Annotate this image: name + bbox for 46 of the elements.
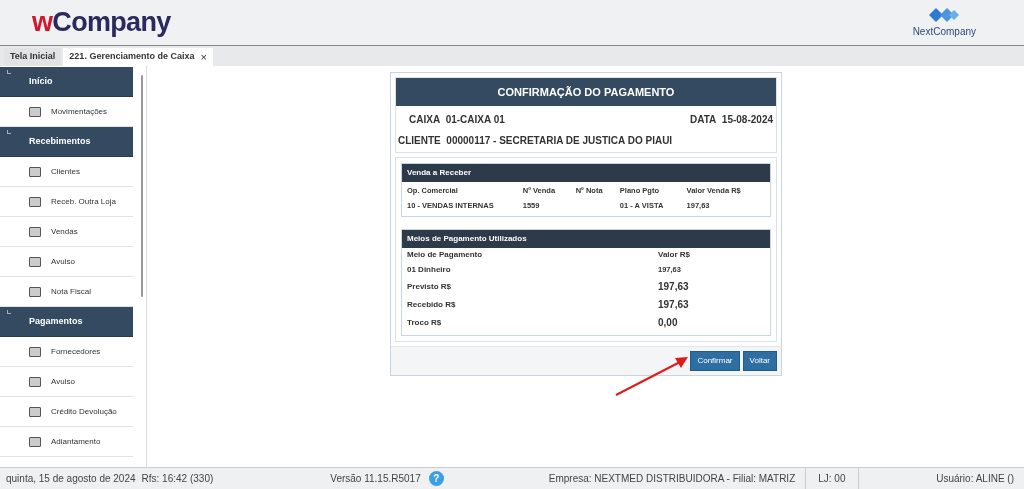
document-icon [29, 406, 41, 417]
dialog-title: CONFIRMAÇÃO DO PAGAMENTO [396, 78, 776, 106]
row-label: Recebido R$ [407, 298, 457, 311]
tab[interactable]: Tela Inicial [4, 48, 62, 66]
document-icon [29, 436, 41, 447]
caixa-field: CAIXA 01-CAIXA 01 [409, 112, 505, 127]
company-text: Empresa: NEXTMED DISTRIBUIDORA - Filial: MATRIZ [548, 468, 807, 489]
row-value: 0,00 [658, 316, 678, 330]
store-text: LJ: 00 [806, 468, 859, 489]
row-value: 197,63 [658, 280, 689, 294]
tab[interactable]: 221. Gerenciamento de Caixa × [63, 48, 213, 66]
document-icon [29, 226, 41, 237]
document-icon [29, 286, 41, 297]
document-icon [29, 106, 41, 117]
date-text: quinta, 15 de agosto de 2024 [6, 472, 136, 486]
section-header[interactable]: Início [0, 67, 133, 97]
column-header: Valor R$ [658, 249, 690, 261]
collapse-icon[interactable] [7, 130, 11, 134]
row-label: Previsto R$ [407, 280, 453, 293]
section-header[interactable]: Pagamentos [0, 307, 133, 337]
document-icon [29, 196, 41, 207]
diamonds-logo-icon [927, 6, 962, 24]
section-header[interactable]: Recebimentos [0, 127, 133, 157]
refresh-text: Rfs: 16:42 (330) [141, 472, 214, 486]
section-title: Meios de Pagamento Utilizados [402, 229, 770, 248]
dialog-button[interactable]: Confirmar [690, 350, 740, 371]
collapse-icon[interactable] [7, 70, 11, 74]
row-label: Troco R$ [407, 316, 443, 329]
close-icon[interactable]: × [200, 48, 207, 66]
document-icon [29, 166, 41, 177]
section-title: Venda a Receber [402, 164, 770, 182]
company-logo: wCompany [32, 9, 171, 36]
date-field: DATA 15-08-2024 [690, 112, 773, 127]
user-text: Usuário: ALINE () [936, 472, 1014, 486]
collapse-icon[interactable] [7, 310, 11, 314]
document-icon [29, 376, 41, 387]
row-value: 197,63 [658, 298, 689, 312]
document-icon [29, 346, 41, 357]
column-header: Meio de Pagamento [407, 249, 484, 261]
dialog-button[interactable]: Voltar [742, 350, 777, 371]
scrollbar[interactable] [141, 75, 143, 297]
document-icon [29, 256, 41, 267]
client-field: CLIENTE 00000117 - SECRETARIA DE JUSTICA DO PIAUI [398, 135, 673, 146]
version-text: Versão 11.15.R5017 [330, 472, 421, 486]
brand-name: NextCompany [912, 25, 976, 39]
row-label: 01 Dinheiro [407, 264, 452, 276]
